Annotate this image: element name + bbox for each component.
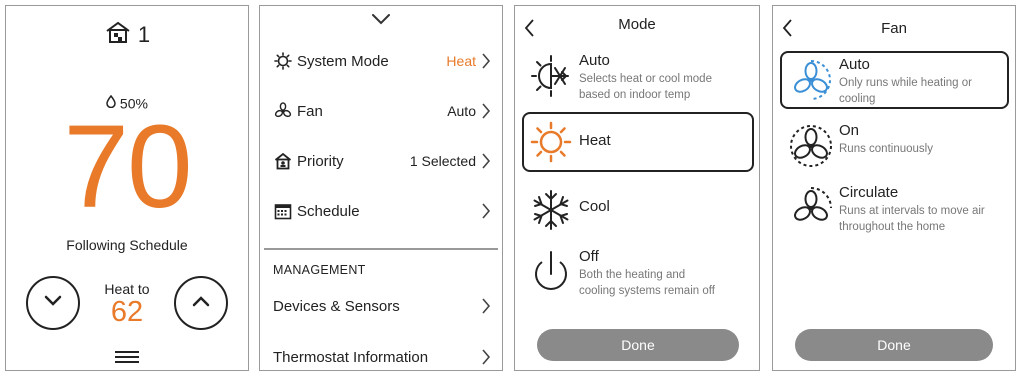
calendar-icon <box>273 201 293 221</box>
schedule-status: Following Schedule <box>66 237 188 253</box>
option-description: throughout the home <box>839 221 946 233</box>
option-description: Runs at intervals to move air <box>839 205 985 217</box>
done-button[interactable]: Done <box>795 329 993 361</box>
option-description: cooling <box>839 93 876 105</box>
settings-item-schedule[interactable]: Schedule <box>260 191 502 231</box>
chevron-right-icon <box>480 151 492 171</box>
chevron-right-icon <box>480 51 492 71</box>
page-title: Mode <box>618 16 656 33</box>
settings-item-label: System Mode <box>297 52 389 70</box>
settings-screen: System Mode Heat Fan Auto Priority 1 Sel… <box>259 5 503 371</box>
settings-item-label: Devices & Sensors <box>273 297 400 315</box>
settings-item-thermostat-info[interactable]: Thermostat Information <box>260 337 502 370</box>
chevron-right-icon <box>480 201 492 221</box>
fan-option-on[interactable]: On Runs continuously <box>787 122 933 170</box>
page-title: Fan <box>881 20 907 37</box>
current-temperature: 70 <box>63 101 192 233</box>
option-description: Selects heat or cool mode <box>579 73 712 85</box>
chevron-right-icon <box>480 101 492 121</box>
section-divider <box>264 248 498 250</box>
settings-item-value: Heat <box>446 53 476 69</box>
option-description: Both the heating and <box>579 269 686 281</box>
settings-item-label: Thermostat Information <box>273 348 429 366</box>
auto-mode-icon <box>527 52 575 100</box>
home-zone-icon <box>104 20 132 49</box>
option-description: based on indoor temp <box>579 89 691 101</box>
mode-option-cool[interactable]: Cool <box>527 186 610 234</box>
option-description: Only runs while heating or <box>839 77 972 89</box>
mode-screen: Mode Auto Selects heat or cool mode base… <box>514 5 760 371</box>
zone-indicator[interactable]: 1 <box>6 20 248 49</box>
settings-item-value: 1 Selected <box>409 153 476 169</box>
settings-item-label: Fan <box>297 102 323 120</box>
settings-item-system-mode[interactable]: System Mode Heat <box>260 41 502 81</box>
chevron-up-icon <box>192 294 210 312</box>
mode-option-auto[interactable]: Auto Selects heat or cool mode based on … <box>527 52 712 103</box>
sun-icon <box>527 118 575 166</box>
power-icon <box>527 248 575 296</box>
collapse-chevron-icon[interactable] <box>370 12 392 31</box>
option-description: cooling systems remain off <box>579 285 715 297</box>
done-button[interactable]: Done <box>537 329 739 361</box>
fan-screen: Fan Auto Only runs while heating or cool… <box>772 5 1016 371</box>
option-name: Off <box>579 248 599 265</box>
option-name: Heat <box>579 132 611 149</box>
option-name: Auto <box>579 52 610 69</box>
settings-item-value: Auto <box>447 103 476 119</box>
settings-item-devices-sensors[interactable]: Devices & Sensors <box>260 286 502 326</box>
mode-option-off[interactable]: Off Both the heating and cooling systems… <box>527 248 715 299</box>
chevron-right-icon <box>480 296 492 316</box>
snowflake-icon <box>527 186 575 234</box>
chevron-right-icon <box>480 347 492 367</box>
fan-circulate-icon <box>787 184 835 232</box>
increase-setpoint-button[interactable] <box>174 276 228 330</box>
settings-item-priority[interactable]: Priority 1 Selected <box>260 141 502 181</box>
option-name: Cool <box>579 198 610 215</box>
section-header: MANAGEMENT <box>273 263 366 277</box>
option-name: Circulate <box>839 184 899 201</box>
sun-gear-icon <box>273 51 293 71</box>
zone-number: 1 <box>137 21 151 47</box>
option-name: On <box>839 122 860 139</box>
fan-icon <box>273 101 293 121</box>
fan-on-icon <box>787 122 835 170</box>
fan-option-auto[interactable]: Auto Only runs while heating or cooling <box>787 56 972 107</box>
menu-icon[interactable] <box>114 350 140 364</box>
option-name: Auto <box>839 56 870 73</box>
settings-item-label: Schedule <box>297 202 360 220</box>
settings-item-label: Priority <box>297 152 344 170</box>
home-screen: 1 50% 70 Following Schedule Heat to 62 <box>5 5 249 371</box>
settings-item-fan[interactable]: Fan Auto <box>260 91 502 131</box>
fan-auto-icon <box>787 56 835 104</box>
home-priority-icon <box>273 151 293 171</box>
fan-option-circulate[interactable]: Circulate Runs at intervals to move air … <box>787 184 985 235</box>
mode-option-heat[interactable]: Heat <box>527 118 611 166</box>
option-description: Runs continuously <box>839 143 933 155</box>
